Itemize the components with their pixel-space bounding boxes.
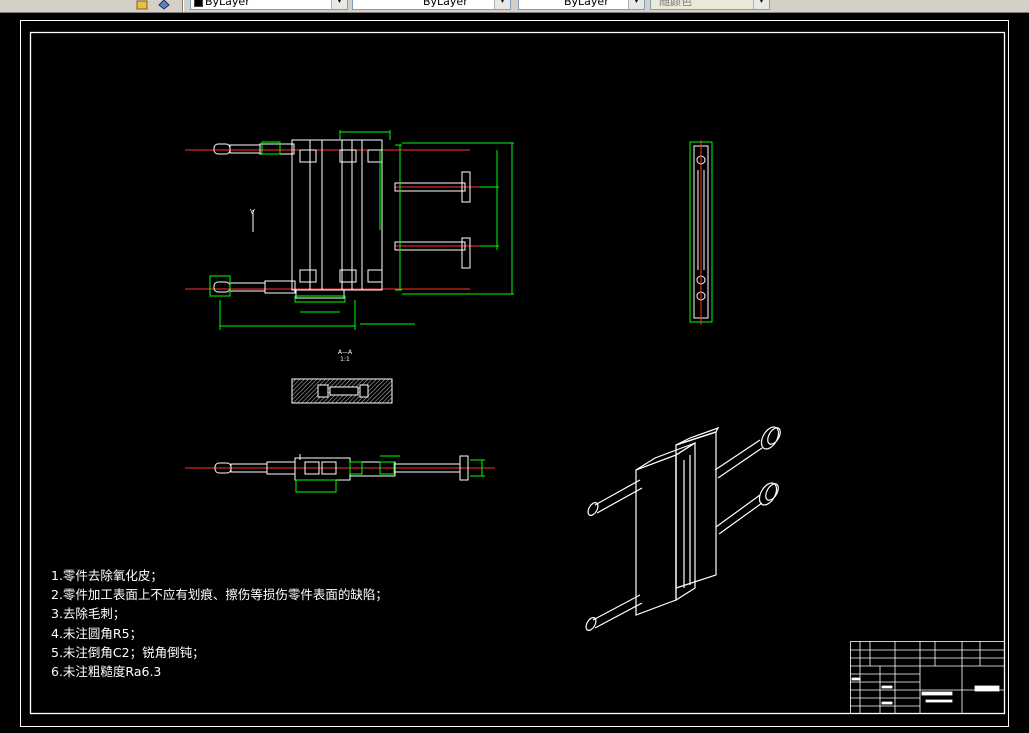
note-line: 4.未注圆角R5； <box>51 625 143 641</box>
linetype-combo-value: ByLayer <box>423 0 468 8</box>
section-view <box>291 378 393 404</box>
note-line: 2.零件加工表面上不应有划痕、擦伤等损伤零件表面的缺陷； <box>51 587 388 603</box>
technical-notes: 1.零件去除氧化皮； 2.零件加工表面上不应有划痕、擦伤等损伤零件表面的缺陷； … <box>51 566 388 681</box>
toolbar-separator <box>182 0 184 12</box>
top-view <box>185 454 495 493</box>
section-label: A—A <box>338 349 353 356</box>
model-space-canvas[interactable]: V A—A 1:1 1.零件去除氧化皮； 2.零件加工表面上不应有划痕、擦伤等损… <box>0 13 1029 733</box>
color-swatch-icon <box>194 0 203 7</box>
plotstyle-combo-value: 随颜色 <box>659 0 692 8</box>
isometric-view <box>585 426 781 631</box>
section-scale: 1:1 <box>340 356 350 363</box>
note-line: 5.未注倒角C2；锐角倒钝； <box>51 644 205 660</box>
lineweight-control-combo[interactable]: ByLayer ▼ <box>518 0 645 10</box>
linetype-control-combo[interactable]: ByLayer ▼ <box>352 0 511 10</box>
rod-end <box>213 281 231 293</box>
note-line: 1.零件去除氧化皮； <box>51 568 163 583</box>
layer-states-icon[interactable] <box>136 0 150 10</box>
chevron-down-icon[interactable]: ▼ <box>753 0 769 9</box>
side-view <box>689 140 713 325</box>
color-combo-value: ByLayer <box>205 0 250 8</box>
front-view: V <box>185 130 514 330</box>
title-block <box>850 641 1005 714</box>
note-line: 3.去除毛刺； <box>51 606 126 622</box>
color-control-combo[interactable]: ByLayer ▼ <box>190 0 348 10</box>
svg-text:V: V <box>250 208 255 216</box>
lineweight-combo-value: ByLayer <box>564 0 609 8</box>
rod-end <box>213 143 231 155</box>
layer-previous-icon[interactable] <box>157 0 171 10</box>
note-line: 6.未注粗糙度Ra6.3 <box>51 664 162 680</box>
chevron-down-icon[interactable]: ▼ <box>331 0 347 9</box>
chevron-down-icon[interactable]: ▼ <box>628 0 644 9</box>
plotstyle-control-combo[interactable]: 随颜色 ▼ <box>650 0 770 10</box>
properties-toolbar: ByLayer ▼ ByLayer ▼ ByLayer ▼ 随颜色 ▼ <box>0 0 1029 13</box>
chevron-down-icon[interactable]: ▼ <box>494 0 510 9</box>
